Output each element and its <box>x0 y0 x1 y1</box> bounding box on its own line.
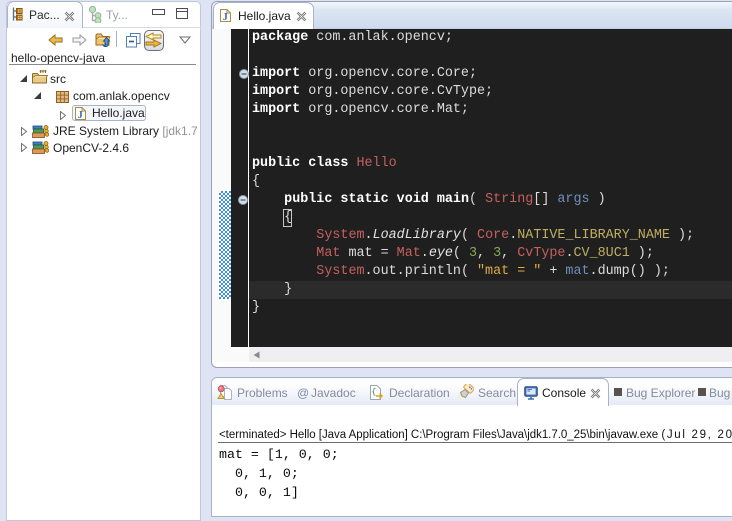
svg-text:{: { <box>372 388 377 397</box>
svg-text:J: J <box>78 110 83 120</box>
svg-text:J: J <box>223 12 228 22</box>
